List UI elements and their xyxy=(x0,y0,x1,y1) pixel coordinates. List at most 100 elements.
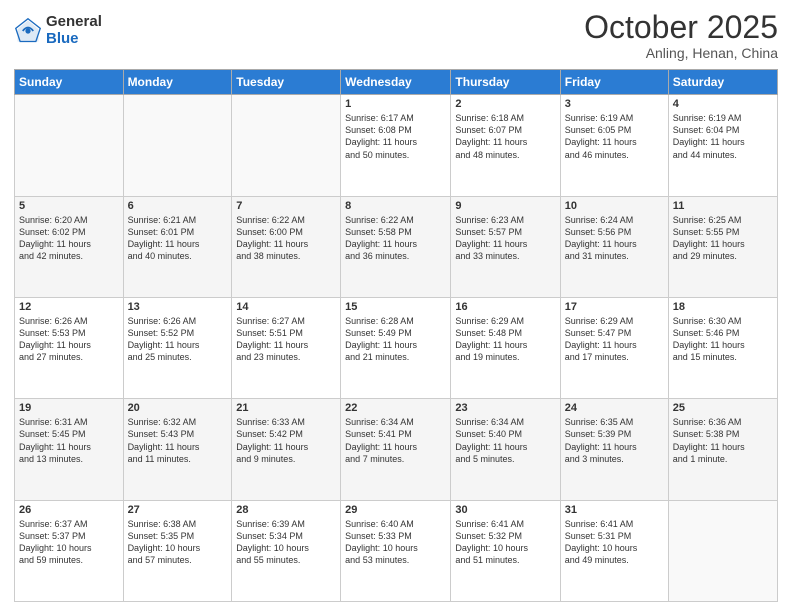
week-row-3: 19Sunrise: 6:31 AM Sunset: 5:45 PM Dayli… xyxy=(15,399,778,500)
calendar-table: Sunday Monday Tuesday Wednesday Thursday… xyxy=(14,69,778,602)
col-monday: Monday xyxy=(123,70,232,95)
day-info-1-3: Sunrise: 6:22 AM Sunset: 5:58 PM Dayligh… xyxy=(345,214,446,263)
col-wednesday: Wednesday xyxy=(341,70,451,95)
day-num-1-3: 8 xyxy=(345,200,446,212)
col-thursday: Thursday xyxy=(451,70,560,95)
week-row-1: 5Sunrise: 6:20 AM Sunset: 6:02 PM Daylig… xyxy=(15,196,778,297)
day-num-4-5: 31 xyxy=(565,504,664,516)
day-info-4-2: Sunrise: 6:39 AM Sunset: 5:34 PM Dayligh… xyxy=(236,518,336,567)
cell-4-6 xyxy=(668,500,777,601)
day-num-3-3: 22 xyxy=(345,402,446,414)
cell-4-5: 31 Sunrise: 6:41 AM Sunset: 5:31 PM Dayli… xyxy=(560,500,668,601)
week-row-4: 26Sunrise: 6:37 AM Sunset: 5:37 PM Dayli… xyxy=(15,500,778,601)
day-num-3-2: 21 xyxy=(236,402,336,414)
day-num-2-6: 18 xyxy=(673,301,773,313)
cell-4-4: 30 Sunrise: 6:41 AM Sunset: 5:32 PM Dayli… xyxy=(451,500,560,601)
cell-2-6: 18Sunrise: 6:30 AM Sunset: 5:46 PM Dayli… xyxy=(668,297,777,398)
day-num-4-3: 29 xyxy=(345,504,446,516)
day-info-3-5: Sunrise: 6:35 AM Sunset: 5:39 PM Dayligh… xyxy=(565,416,664,465)
title-block: October 2025 Anling, Henan, China xyxy=(584,10,778,61)
day-info-1-2: Sunrise: 6:22 AM Sunset: 6:00 PM Dayligh… xyxy=(236,214,336,263)
day-info-0-4: Sunrise: 6:18 AM Sunset: 6:07 PM Dayligh… xyxy=(455,112,555,161)
week-row-2: 12Sunrise: 6:26 AM Sunset: 5:53 PM Dayli… xyxy=(15,297,778,398)
day-info-3-6: Sunrise: 6:36 AM Sunset: 5:38 PM Dayligh… xyxy=(673,416,773,465)
cell-4-0: 26Sunrise: 6:37 AM Sunset: 5:37 PM Dayli… xyxy=(15,500,124,601)
header-row: Sunday Monday Tuesday Wednesday Thursday… xyxy=(15,70,778,95)
day-info-1-5: Sunrise: 6:24 AM Sunset: 5:56 PM Dayligh… xyxy=(565,214,664,263)
day-info-3-3: Sunrise: 6:34 AM Sunset: 5:41 PM Dayligh… xyxy=(345,416,446,465)
day-info-4-5: Sunrise: 6:41 AM Sunset: 5:31 PM Dayligh… xyxy=(565,518,664,567)
cell-0-1 xyxy=(123,95,232,196)
cell-0-4: 2 Sunrise: 6:18 AM Sunset: 6:07 PM Daylig… xyxy=(451,95,560,196)
day-num-0-5: 3 xyxy=(565,98,664,110)
day-info-1-4: Sunrise: 6:23 AM Sunset: 5:57 PM Dayligh… xyxy=(455,214,555,263)
day-info-3-1: Sunrise: 6:32 AM Sunset: 5:43 PM Dayligh… xyxy=(128,416,228,465)
day-info-2-2: Sunrise: 6:27 AM Sunset: 5:51 PM Dayligh… xyxy=(236,315,336,364)
day-info-0-6: Sunrise: 6:19 AM Sunset: 6:04 PM Dayligh… xyxy=(673,112,773,161)
cell-4-2: 28Sunrise: 6:39 AM Sunset: 5:34 PM Dayli… xyxy=(232,500,341,601)
logo-text: General Blue xyxy=(46,14,102,47)
cell-2-4: 16 Sunrise: 6:29 AM Sunset: 5:48 PM Dayli… xyxy=(451,297,560,398)
cell-4-3: 29 Sunrise: 6:40 AM Sunset: 5:33 PM Dayli… xyxy=(341,500,451,601)
day-num-4-4: 30 xyxy=(455,504,555,516)
day-info-2-4: Sunrise: 6:29 AM Sunset: 5:48 PM Dayligh… xyxy=(455,315,555,364)
day-num-2-2: 14 xyxy=(236,301,336,313)
week-row-0: 1Sunrise: 6:17 AM Sunset: 6:08 PM Daylig… xyxy=(15,95,778,196)
day-num-0-4: 2 xyxy=(455,98,555,110)
day-info-1-6: Sunrise: 6:25 AM Sunset: 5:55 PM Dayligh… xyxy=(673,214,773,263)
col-tuesday: Tuesday xyxy=(232,70,341,95)
col-saturday: Saturday xyxy=(668,70,777,95)
cell-1-1: 6Sunrise: 6:21 AM Sunset: 6:01 PM Daylig… xyxy=(123,196,232,297)
cell-2-5: 17 Sunrise: 6:29 AM Sunset: 5:47 PM Dayli… xyxy=(560,297,668,398)
col-sunday: Sunday xyxy=(15,70,124,95)
cell-1-0: 5Sunrise: 6:20 AM Sunset: 6:02 PM Daylig… xyxy=(15,196,124,297)
calendar-body: 1Sunrise: 6:17 AM Sunset: 6:08 PM Daylig… xyxy=(15,95,778,602)
day-num-3-0: 19 xyxy=(19,402,119,414)
cell-2-3: 15Sunrise: 6:28 AM Sunset: 5:49 PM Dayli… xyxy=(341,297,451,398)
cell-1-2: 7 Sunrise: 6:22 AM Sunset: 6:00 PM Daylig… xyxy=(232,196,341,297)
day-num-1-4: 9 xyxy=(455,200,555,212)
calendar-header: Sunday Monday Tuesday Wednesday Thursday… xyxy=(15,70,778,95)
cell-3-2: 21 Sunrise: 6:33 AM Sunset: 5:42 PM Dayli… xyxy=(232,399,341,500)
month-title: October 2025 xyxy=(584,10,778,45)
day-info-2-5: Sunrise: 6:29 AM Sunset: 5:47 PM Dayligh… xyxy=(565,315,664,364)
day-num-2-5: 17 xyxy=(565,301,664,313)
day-num-1-2: 7 xyxy=(236,200,336,212)
col-friday: Friday xyxy=(560,70,668,95)
logo-blue-text: Blue xyxy=(46,31,102,48)
day-num-2-3: 15 xyxy=(345,301,446,313)
cell-1-6: 11 Sunrise: 6:25 AM Sunset: 5:55 PM Dayli… xyxy=(668,196,777,297)
cell-0-3: 1Sunrise: 6:17 AM Sunset: 6:08 PM Daylig… xyxy=(341,95,451,196)
cell-3-0: 19Sunrise: 6:31 AM Sunset: 5:45 PM Dayli… xyxy=(15,399,124,500)
subtitle: Anling, Henan, China xyxy=(584,45,778,61)
day-info-4-0: Sunrise: 6:37 AM Sunset: 5:37 PM Dayligh… xyxy=(19,518,119,567)
cell-0-2 xyxy=(232,95,341,196)
day-num-3-4: 23 xyxy=(455,402,555,414)
cell-3-1: 20 Sunrise: 6:32 AM Sunset: 5:43 PM Dayli… xyxy=(123,399,232,500)
cell-0-5: 3Sunrise: 6:19 AM Sunset: 6:05 PM Daylig… xyxy=(560,95,668,196)
day-info-4-4: Sunrise: 6:41 AM Sunset: 5:32 PM Dayligh… xyxy=(455,518,555,567)
logo-icon xyxy=(14,17,42,45)
day-num-1-6: 11 xyxy=(673,200,773,212)
cell-1-5: 10Sunrise: 6:24 AM Sunset: 5:56 PM Dayli… xyxy=(560,196,668,297)
logo-general-text: General xyxy=(46,14,102,31)
cell-0-6: 4 Sunrise: 6:19 AM Sunset: 6:04 PM Daylig… xyxy=(668,95,777,196)
day-num-3-6: 25 xyxy=(673,402,773,414)
cell-4-1: 27 Sunrise: 6:38 AM Sunset: 5:35 PM Dayli… xyxy=(123,500,232,601)
day-info-4-1: Sunrise: 6:38 AM Sunset: 5:35 PM Dayligh… xyxy=(128,518,228,567)
cell-0-0 xyxy=(15,95,124,196)
header: General Blue October 2025 Anling, Henan,… xyxy=(14,10,778,61)
day-info-4-3: Sunrise: 6:40 AM Sunset: 5:33 PM Dayligh… xyxy=(345,518,446,567)
cell-3-5: 24 Sunrise: 6:35 AM Sunset: 5:39 PM Dayli… xyxy=(560,399,668,500)
day-num-3-5: 24 xyxy=(565,402,664,414)
day-info-3-2: Sunrise: 6:33 AM Sunset: 5:42 PM Dayligh… xyxy=(236,416,336,465)
day-num-4-1: 27 xyxy=(128,504,228,516)
cell-2-0: 12Sunrise: 6:26 AM Sunset: 5:53 PM Dayli… xyxy=(15,297,124,398)
cell-1-4: 9 Sunrise: 6:23 AM Sunset: 5:57 PM Daylig… xyxy=(451,196,560,297)
day-num-0-3: 1 xyxy=(345,98,446,110)
day-num-2-1: 13 xyxy=(128,301,228,313)
day-num-3-1: 20 xyxy=(128,402,228,414)
day-num-0-6: 4 xyxy=(673,98,773,110)
day-num-2-4: 16 xyxy=(455,301,555,313)
cell-3-3: 22 Sunrise: 6:34 AM Sunset: 5:41 PM Dayli… xyxy=(341,399,451,500)
